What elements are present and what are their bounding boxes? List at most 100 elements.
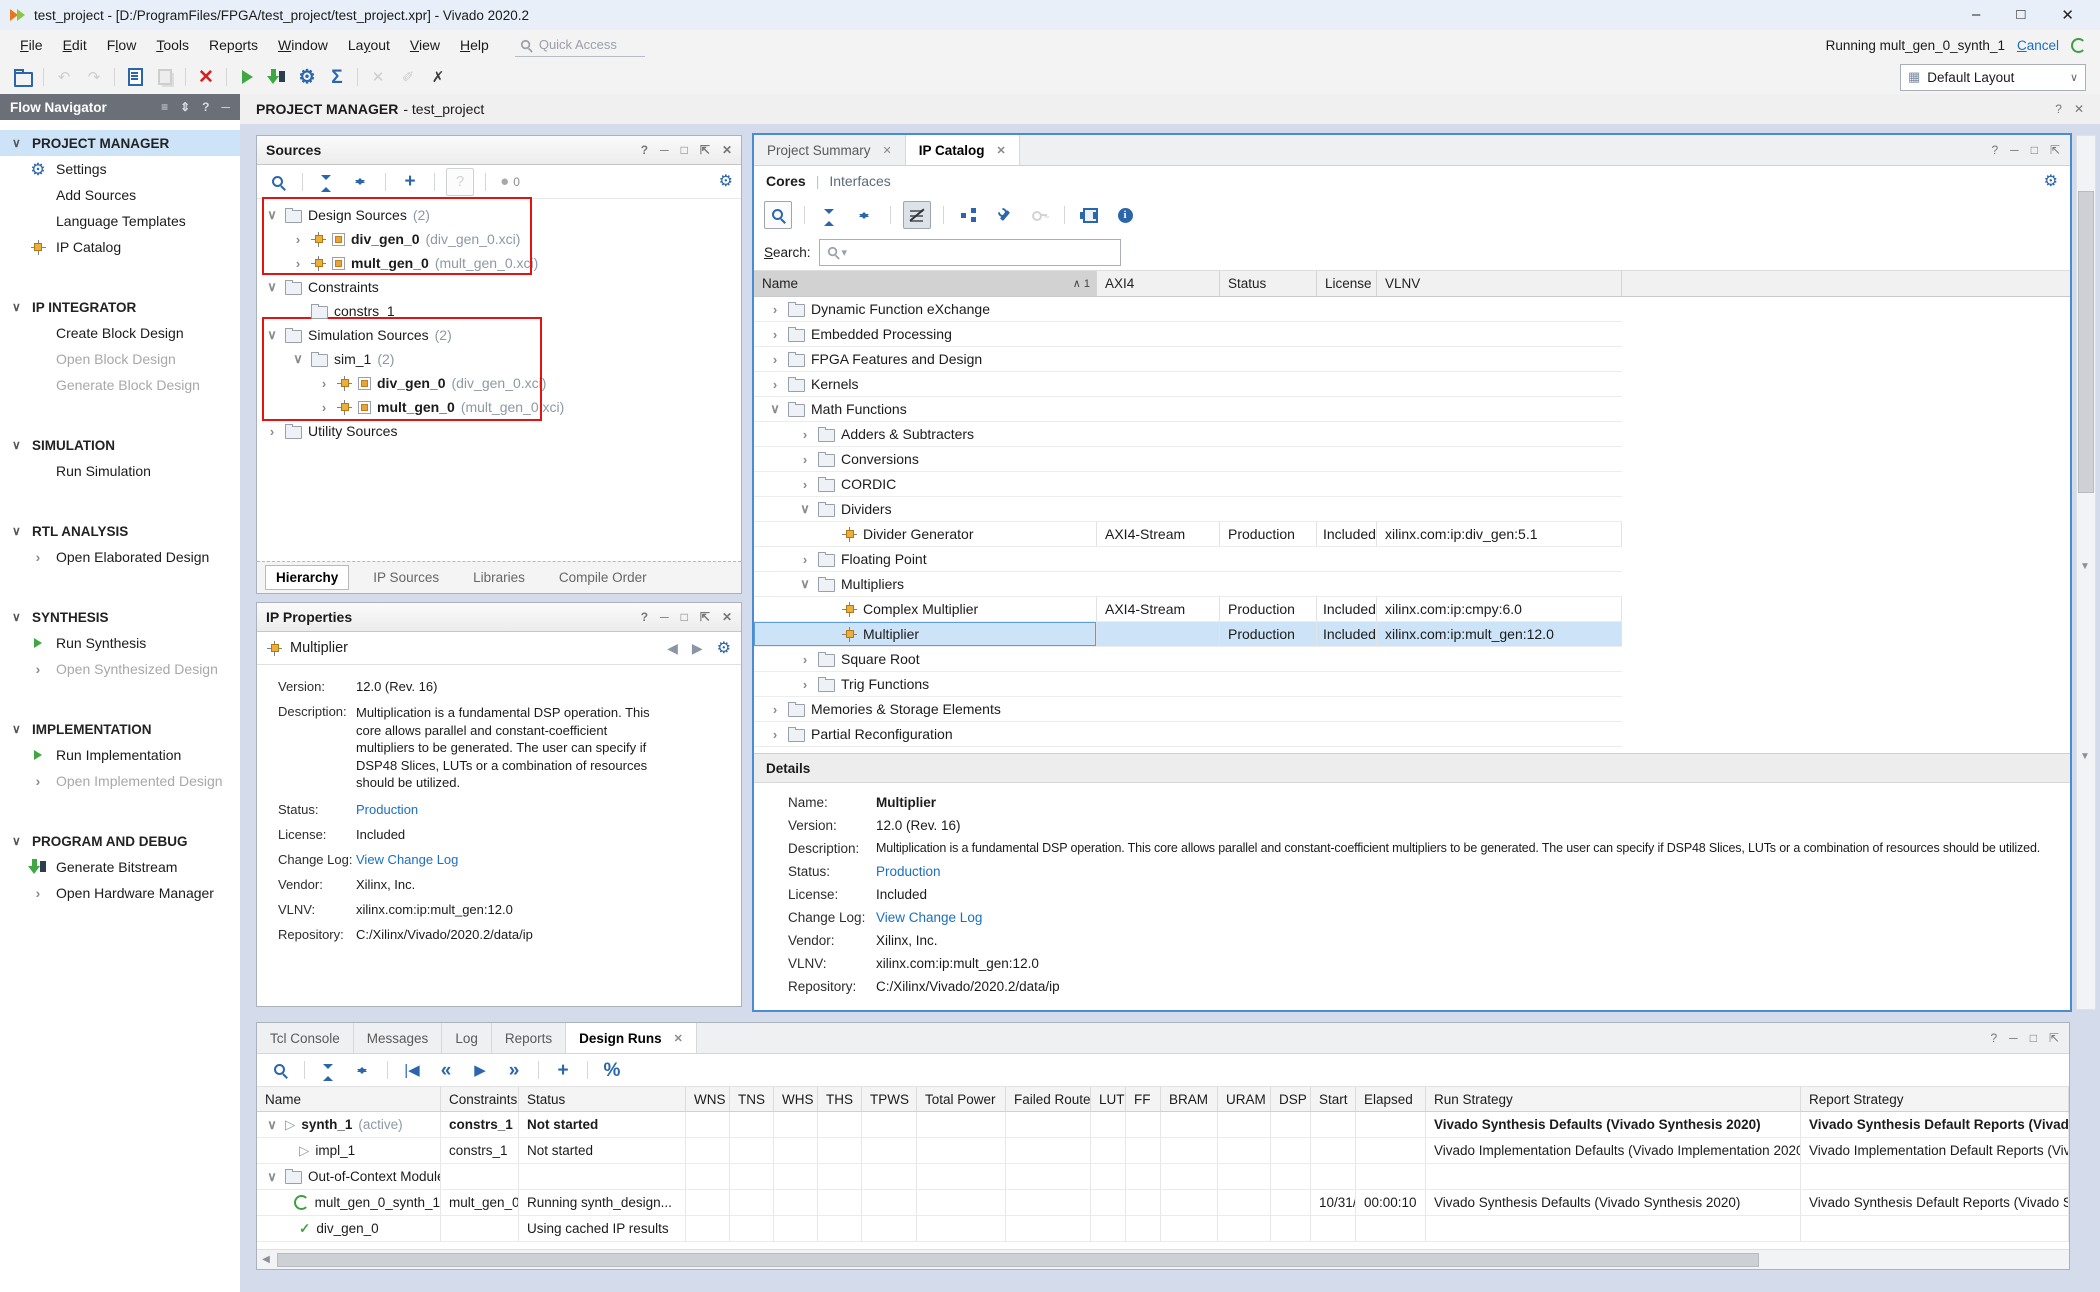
customize-button[interactable] xyxy=(991,202,1017,228)
column-header-name[interactable]: Name∧ 1 xyxy=(754,271,1097,296)
scroll-down-icon[interactable]: ▼ xyxy=(2080,561,2090,572)
help-icon[interactable]: ? xyxy=(641,143,648,157)
expand-collapse-icon[interactable]: ⇕ xyxy=(180,100,190,114)
flow-section-rtl-analysis[interactable]: ∨RTL ANALYSIS xyxy=(0,518,240,544)
catalog-row-divider-generator[interactable]: Divider GeneratorAXI4-StreamProductionIn… xyxy=(754,522,1622,547)
menu-view[interactable]: View xyxy=(400,33,450,57)
unselect-button[interactable]: ✗ xyxy=(425,64,451,90)
flow-item-open-hardware-manager[interactable]: ›Open Hardware Manager xyxy=(0,880,240,906)
flow-item-run-synthesis[interactable]: Run Synthesis xyxy=(0,630,240,656)
column-header-status[interactable]: Status xyxy=(519,1087,686,1111)
message-filter-button[interactable]: ●0 xyxy=(497,169,523,195)
catalog-row-trig-functions[interactable]: ›Trig Functions xyxy=(754,672,1622,697)
horizontal-scrollbar[interactable]: ◀ xyxy=(257,1249,2069,1269)
vertical-scrollbar[interactable]: ▼ ▼ xyxy=(2076,135,2096,1010)
undo-button[interactable]: ↶ xyxy=(51,64,77,90)
collapse-all-icon[interactable]: ≡ xyxy=(161,100,168,114)
maximize-icon[interactable]: □ xyxy=(2016,6,2025,24)
maximize-icon[interactable]: □ xyxy=(2030,1031,2037,1045)
tab-design-runs[interactable]: Design Runs✕ xyxy=(566,1023,697,1053)
group-by-button[interactable] xyxy=(956,202,982,228)
tab-interfaces[interactable]: Interfaces xyxy=(829,173,890,189)
sources-tab-compile-order[interactable]: Compile Order xyxy=(549,566,657,589)
close-icon[interactable]: ✕ xyxy=(722,610,732,624)
search-sources-button[interactable] xyxy=(265,169,291,195)
flow-section-simulation[interactable]: ∨SIMULATION xyxy=(0,432,240,458)
menu-help[interactable]: Help xyxy=(450,33,499,57)
tree-row-design-sources[interactable]: ∨Design Sources(2) xyxy=(257,203,741,227)
help-icon[interactable]: ? xyxy=(2055,102,2062,116)
add-repository-button[interactable] xyxy=(1077,202,1103,228)
settings-button[interactable]: ⚙ xyxy=(294,64,320,90)
column-header-ff[interactable]: FF xyxy=(1126,1087,1161,1111)
tab-ip-catalog[interactable]: IP Catalog✕ xyxy=(906,135,1020,165)
run-row-div-gen-0[interactable]: ✓div_gen_0Using cached IP results xyxy=(257,1216,2069,1242)
tab-reports[interactable]: Reports xyxy=(492,1023,566,1053)
flow-item-open-block-design[interactable]: Open Block Design xyxy=(0,346,240,372)
tree-row-utility-sources[interactable]: ›Utility Sources xyxy=(257,419,741,443)
search-catalog-button[interactable] xyxy=(764,201,792,229)
menu-file[interactable]: File xyxy=(10,33,53,57)
quick-access-search[interactable]: Quick Access xyxy=(515,34,645,57)
menu-window[interactable]: Window xyxy=(268,33,338,57)
column-header-run-strategy[interactable]: Run Strategy xyxy=(1426,1087,1801,1111)
close-icon[interactable]: ✕ xyxy=(997,144,1006,157)
gear-icon[interactable]: ⚙ xyxy=(717,638,731,658)
ip-details-button[interactable] xyxy=(1112,202,1138,228)
help-icon[interactable]: ? xyxy=(1991,143,1998,157)
expand-all-button[interactable] xyxy=(350,1057,376,1083)
delete-button[interactable]: ✕ xyxy=(193,64,219,90)
save-button[interactable] xyxy=(122,64,148,90)
expand-all-button[interactable] xyxy=(852,202,878,228)
catalog-row-partial-reconfiguration[interactable]: ›Partial Reconfiguration xyxy=(754,722,1622,747)
flow-item-run-implementation[interactable]: Run Implementation xyxy=(0,742,240,768)
catalog-search-input[interactable]: ▾ xyxy=(819,239,1121,266)
run-row-out-of-context-module-runs[interactable]: ∨Out-of-Context Module Runs xyxy=(257,1164,2069,1190)
tab-project-summary[interactable]: Project Summary✕ xyxy=(754,135,906,165)
collapse-all-button[interactable] xyxy=(817,202,843,228)
scroll-down-icon[interactable]: ▼ xyxy=(2080,751,2090,762)
highlight-button[interactable]: ✐ xyxy=(395,64,421,90)
column-header-lut[interactable]: LUT xyxy=(1091,1087,1126,1111)
column-header-name[interactable]: Name xyxy=(257,1087,441,1111)
catalog-row-complex-multiplier[interactable]: Complex MultiplierAXI4-StreamProductionI… xyxy=(754,597,1622,622)
catalog-row-kernels[interactable]: ›Kernels xyxy=(754,372,1622,397)
tree-row-mult-gen-0[interactable]: ›mult_gen_0(mult_gen_0.xci) xyxy=(257,395,741,419)
field-value-change-log[interactable]: View Change Log xyxy=(876,910,982,925)
tree-row-mult-gen-0[interactable]: ›mult_gen_0(mult_gen_0.xci) xyxy=(257,251,741,275)
catalog-row-fpga-features-and-design[interactable]: ›FPGA Features and Design xyxy=(754,347,1622,372)
float-icon[interactable]: ⇱ xyxy=(2050,143,2060,157)
tree-row-sim-1[interactable]: ∨sim_1(2) xyxy=(257,347,741,371)
column-header-elapsed[interactable]: Elapsed xyxy=(1356,1087,1426,1111)
column-header-bram[interactable]: BRAM xyxy=(1161,1087,1218,1111)
go-to-start-button[interactable]: |◀ xyxy=(399,1057,425,1083)
generate-bitstream-button[interactable] xyxy=(264,64,290,90)
step-back-button[interactable]: « xyxy=(433,1057,459,1083)
column-header-uram[interactable]: URAM xyxy=(1218,1087,1271,1111)
minimize-icon[interactable]: – xyxy=(1972,6,1980,24)
catalog-row-dynamic-function-exchange[interactable]: ›Dynamic Function eXchange xyxy=(754,297,1622,322)
column-header-failed-routes[interactable]: Failed Routes xyxy=(1006,1087,1091,1111)
flow-section-program-and-debug[interactable]: ∨PROGRAM AND DEBUG xyxy=(0,828,240,854)
close-icon[interactable]: ✕ xyxy=(674,1032,683,1045)
tab-log[interactable]: Log xyxy=(442,1023,492,1053)
sources-tab-hierarchy[interactable]: Hierarchy xyxy=(265,565,349,590)
license-status-button[interactable] xyxy=(1026,202,1052,228)
flow-section-synthesis[interactable]: ∨SYNTHESIS xyxy=(0,604,240,630)
tab-tcl-console[interactable]: Tcl Console xyxy=(257,1023,354,1053)
flow-section-implementation[interactable]: ∨IMPLEMENTATION xyxy=(0,716,240,742)
column-header-dsp[interactable]: DSP xyxy=(1271,1087,1311,1111)
sources-tab-libraries[interactable]: Libraries xyxy=(463,566,535,589)
column-header-whs[interactable]: WHS xyxy=(774,1087,818,1111)
tree-row-simulation-sources[interactable]: ∨Simulation Sources(2) xyxy=(257,323,741,347)
flow-item-generate-bitstream[interactable]: Generate Bitstream xyxy=(0,854,240,880)
menu-edit[interactable]: Edit xyxy=(53,33,97,57)
close-icon[interactable]: ✕ xyxy=(2061,6,2074,24)
flow-section-project-manager[interactable]: ∨PROJECT MANAGER xyxy=(0,130,240,156)
cancel-run-button[interactable]: ✕ xyxy=(365,64,391,90)
catalog-row-multiplier[interactable]: MultiplierProductionIncludedxilinx.com:i… xyxy=(754,622,1622,647)
tab-messages[interactable]: Messages xyxy=(354,1023,443,1053)
flow-item-open-implemented-design[interactable]: ›Open Implemented Design xyxy=(0,768,240,794)
step-forward-button[interactable]: » xyxy=(501,1057,527,1083)
create-run-button[interactable]: + xyxy=(550,1057,576,1083)
